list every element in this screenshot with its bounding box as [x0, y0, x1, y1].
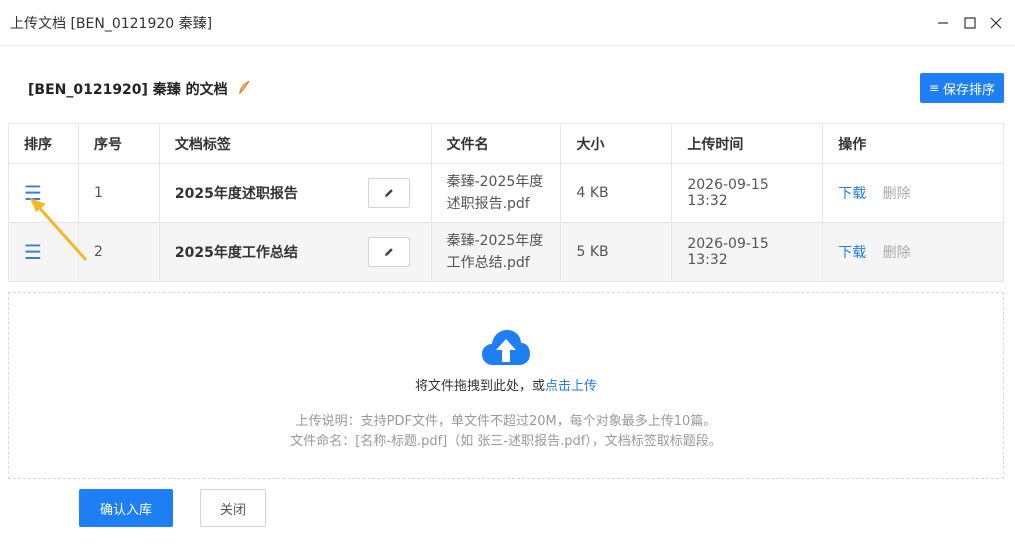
download-link[interactable]: 下载: [838, 245, 866, 261]
col-header-size: 大小: [560, 123, 673, 164]
click-upload-link[interactable]: 点击上传: [545, 379, 597, 394]
feather-icon: [237, 80, 251, 100]
upload-instructions: 上传说明：支持PDF文件，单文件不超过20M，每个对象最多上传10篇。 文件命名…: [9, 412, 1003, 452]
filename-line2: 工作总结.pdf: [446, 255, 530, 271]
delete-link[interactable]: 删除: [883, 186, 911, 202]
col-header-uploaded: 上传时间: [671, 123, 824, 164]
col-header-tag: 文档标签: [158, 123, 432, 164]
save-order-button[interactable]: ≡ 保存排序: [920, 73, 1004, 103]
upload-prompt: 将文件拖拽到此处，或点击上传: [9, 375, 1003, 394]
window-title: 上传文档 [BEN_0121920 秦臻]: [10, 16, 213, 32]
actions-cell: 下载 删除: [822, 222, 1004, 282]
uploaded-cell: 2026-09-15 13:32: [671, 163, 824, 223]
delete-link[interactable]: 删除: [883, 245, 911, 261]
list-icon: ≡: [928, 81, 940, 95]
download-link[interactable]: 下载: [838, 186, 866, 202]
table-row: ☰ 2 2025年度工作总结 秦臻-2025年度 工作总结.pdf 5 KB 2…: [8, 222, 1004, 282]
col-header-index: 序号: [77, 123, 160, 164]
upload-prompt-text: 将文件拖拽到此处，或: [414, 379, 545, 394]
close-button[interactable]: 关闭: [200, 489, 266, 527]
upload-note-line1: 上传说明：支持PDF文件，单文件不超过20M，每个对象最多上传10篇。: [295, 414, 717, 429]
edit-tag-button[interactable]: [367, 178, 410, 208]
uploaded-cell: 2026-09-15 13:32: [671, 222, 824, 282]
table-header-row: 排序 序号 文档标签 文件名 大小 上传时间 操作: [8, 123, 1004, 164]
filename-cell: 秦臻-2025年度 述职报告.pdf: [430, 163, 562, 223]
window-titlebar: 上传文档 [BEN_0121920 秦臻]: [0, 0, 1015, 46]
filename-line2: 述职报告.pdf: [446, 196, 530, 212]
edit-tag-button[interactable]: [367, 237, 410, 267]
pencil-icon: [384, 189, 393, 197]
upload-note-line2: 文件命名：[名称-标题.pdf]（如 张三-述职报告.pdf），文档标签取标题段…: [290, 434, 722, 449]
size-cell: 5 KB: [560, 222, 673, 282]
tag-cell: 2025年度工作总结: [158, 222, 432, 282]
col-header-sort: 排序: [8, 123, 79, 164]
cloud-upload-icon: [482, 330, 530, 365]
filename-line1: 秦臻-2025年度: [446, 233, 544, 249]
minimize-icon[interactable]: [933, 13, 953, 33]
col-header-filename: 文件名: [430, 123, 562, 164]
page-title-text: [BEN_0121920] 秦臻 的文档: [28, 82, 228, 98]
table-row: ☰ 1 2025年度述职报告 秦臻-2025年度 述职报告.pdf 4 KB 2…: [8, 163, 1004, 223]
page-title: [BEN_0121920] 秦臻 的文档: [28, 79, 251, 100]
close-icon[interactable]: [986, 13, 1006, 33]
pencil-icon: [384, 248, 393, 256]
tag-cell: 2025年度述职报告: [158, 163, 432, 223]
document-table: 排序 序号 文档标签 文件名 大小 上传时间 操作 ☰ 1 2025年度述职报告: [8, 123, 1004, 282]
upload-dropzone[interactable]: 将文件拖拽到此处，或点击上传 上传说明：支持PDF文件，单文件不超过20M，每个…: [8, 292, 1004, 479]
doc-tag: 2025年度述职报告: [174, 186, 298, 202]
size-cell: 4 KB: [560, 163, 673, 223]
filename-line1: 秦臻-2025年度: [446, 174, 544, 190]
maximize-icon[interactable]: [960, 13, 980, 33]
annotation-arrow-icon: [30, 198, 88, 261]
doc-tag: 2025年度工作总结: [174, 245, 298, 261]
filename-cell: 秦臻-2025年度 工作总结.pdf: [430, 222, 562, 282]
save-order-label: 保存排序: [943, 82, 996, 98]
confirm-import-button[interactable]: 确认入库: [79, 489, 173, 527]
actions-cell: 下载 删除: [822, 163, 1004, 223]
col-header-actions: 操作: [822, 123, 1004, 164]
